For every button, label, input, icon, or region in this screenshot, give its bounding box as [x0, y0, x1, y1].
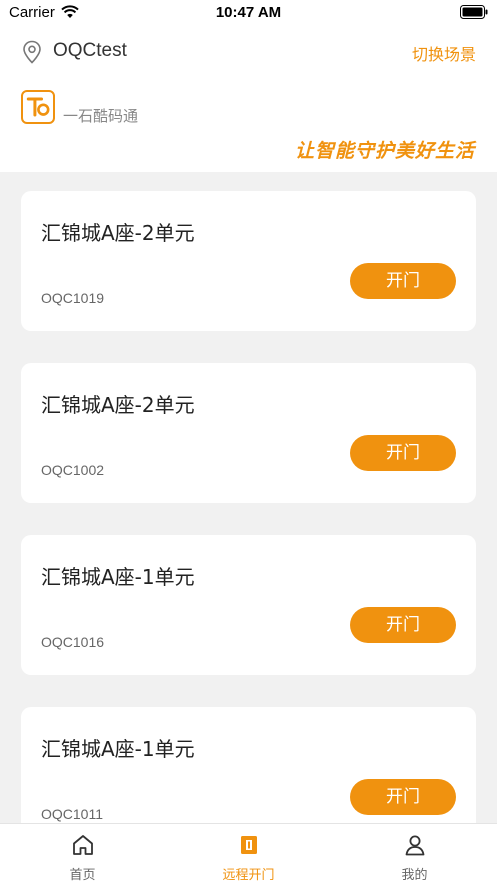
door-title: 汇锦城A座-1单元	[41, 737, 195, 761]
door-card: 汇锦城A座-2单元 OQC1002 开门	[21, 363, 476, 503]
clock: 10:47 AM	[215, 4, 282, 21]
switch-scene-button[interactable]: 切换场景	[412, 41, 476, 65]
tab-mine-label: 我的	[401, 868, 428, 883]
header: OQCtest 切换场景 一石酷码通 让智能守护美好生活	[0, 26, 497, 172]
door-card: 汇锦城A座-1单元 OQC1016 开门	[21, 535, 476, 675]
door-code: OQC1011	[41, 806, 103, 822]
location-pin-icon	[23, 40, 41, 64]
brand-name: 一石酷码通	[63, 107, 139, 125]
door-card: 汇锦城A座-1单元 OQC1011 开门	[21, 707, 476, 823]
home-icon	[73, 835, 93, 855]
battery-icon	[460, 5, 488, 19]
door-title: 汇锦城A座-2单元	[41, 221, 195, 245]
door-code: OQC1002	[41, 462, 105, 478]
door-card: 汇锦城A座-2单元 OQC1019 开门	[21, 191, 476, 331]
tab-mine[interactable]: 我的	[332, 824, 497, 883]
open-door-button[interactable]: 开门	[350, 779, 456, 815]
tab-remote-open[interactable]: 远程开门	[166, 824, 331, 883]
open-door-button[interactable]: 开门	[350, 435, 456, 471]
location-name: OQCtest	[53, 40, 127, 61]
door-title: 汇锦城A座-1单元	[41, 565, 195, 589]
door-list[interactable]: 汇锦城A座-2单元 OQC1019 开门 汇锦城A座-2单元 OQC1002 开…	[0, 172, 497, 823]
slogan: 让智能守护美好生活	[294, 140, 475, 162]
tab-bar: 首页 远程开门 我的	[0, 823, 497, 883]
brand-logo	[21, 90, 55, 124]
door-title: 汇锦城A座-2单元	[41, 393, 195, 417]
door-icon	[241, 836, 257, 854]
open-door-button[interactable]: 开门	[350, 263, 456, 299]
door-code: OQC1019	[41, 290, 105, 306]
tab-remote-open-label: 远程开门	[222, 868, 275, 883]
open-door-button[interactable]: 开门	[350, 607, 456, 643]
tab-home[interactable]: 首页	[0, 824, 165, 883]
tab-home-label: 首页	[69, 868, 96, 883]
door-code: OQC1016	[41, 634, 105, 650]
user-icon	[405, 835, 425, 856]
status-bar: Carrier 10:47 AM	[0, 0, 497, 26]
